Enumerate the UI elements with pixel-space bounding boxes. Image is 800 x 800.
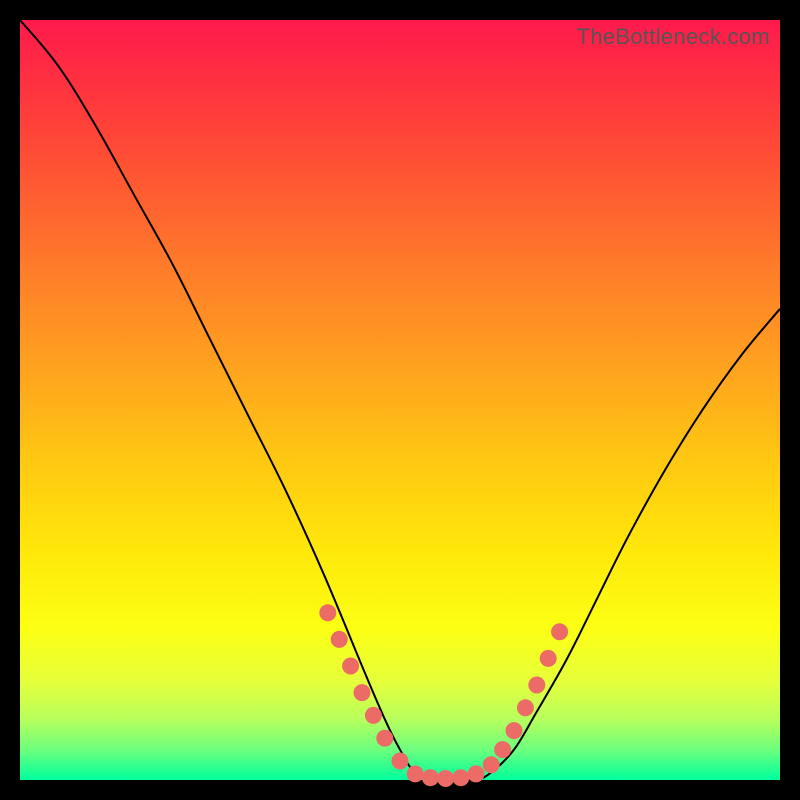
highlight-dot (376, 730, 393, 747)
highlight-dot (551, 623, 568, 640)
highlight-dot (437, 770, 454, 787)
highlight-dots-group (319, 604, 568, 787)
highlight-dot (331, 631, 348, 648)
highlight-dot (392, 753, 409, 770)
highlight-dot (494, 741, 511, 758)
highlight-dot (342, 658, 359, 675)
highlight-dot (483, 756, 500, 773)
highlight-dot (506, 722, 523, 739)
highlight-dot (528, 677, 545, 694)
highlight-dot (354, 684, 371, 701)
bottleneck-curve-path (20, 20, 780, 781)
highlight-dot (517, 699, 534, 716)
highlight-dot (452, 769, 469, 786)
highlight-dot (540, 650, 557, 667)
highlight-dot (407, 765, 424, 782)
bottleneck-curve-svg (20, 20, 780, 780)
chart-frame: TheBottleneck.com (0, 0, 800, 800)
plot-area: TheBottleneck.com (20, 20, 780, 780)
highlight-dot (319, 604, 336, 621)
highlight-dot (365, 707, 382, 724)
highlight-dot (422, 769, 439, 786)
highlight-dot (468, 765, 485, 782)
